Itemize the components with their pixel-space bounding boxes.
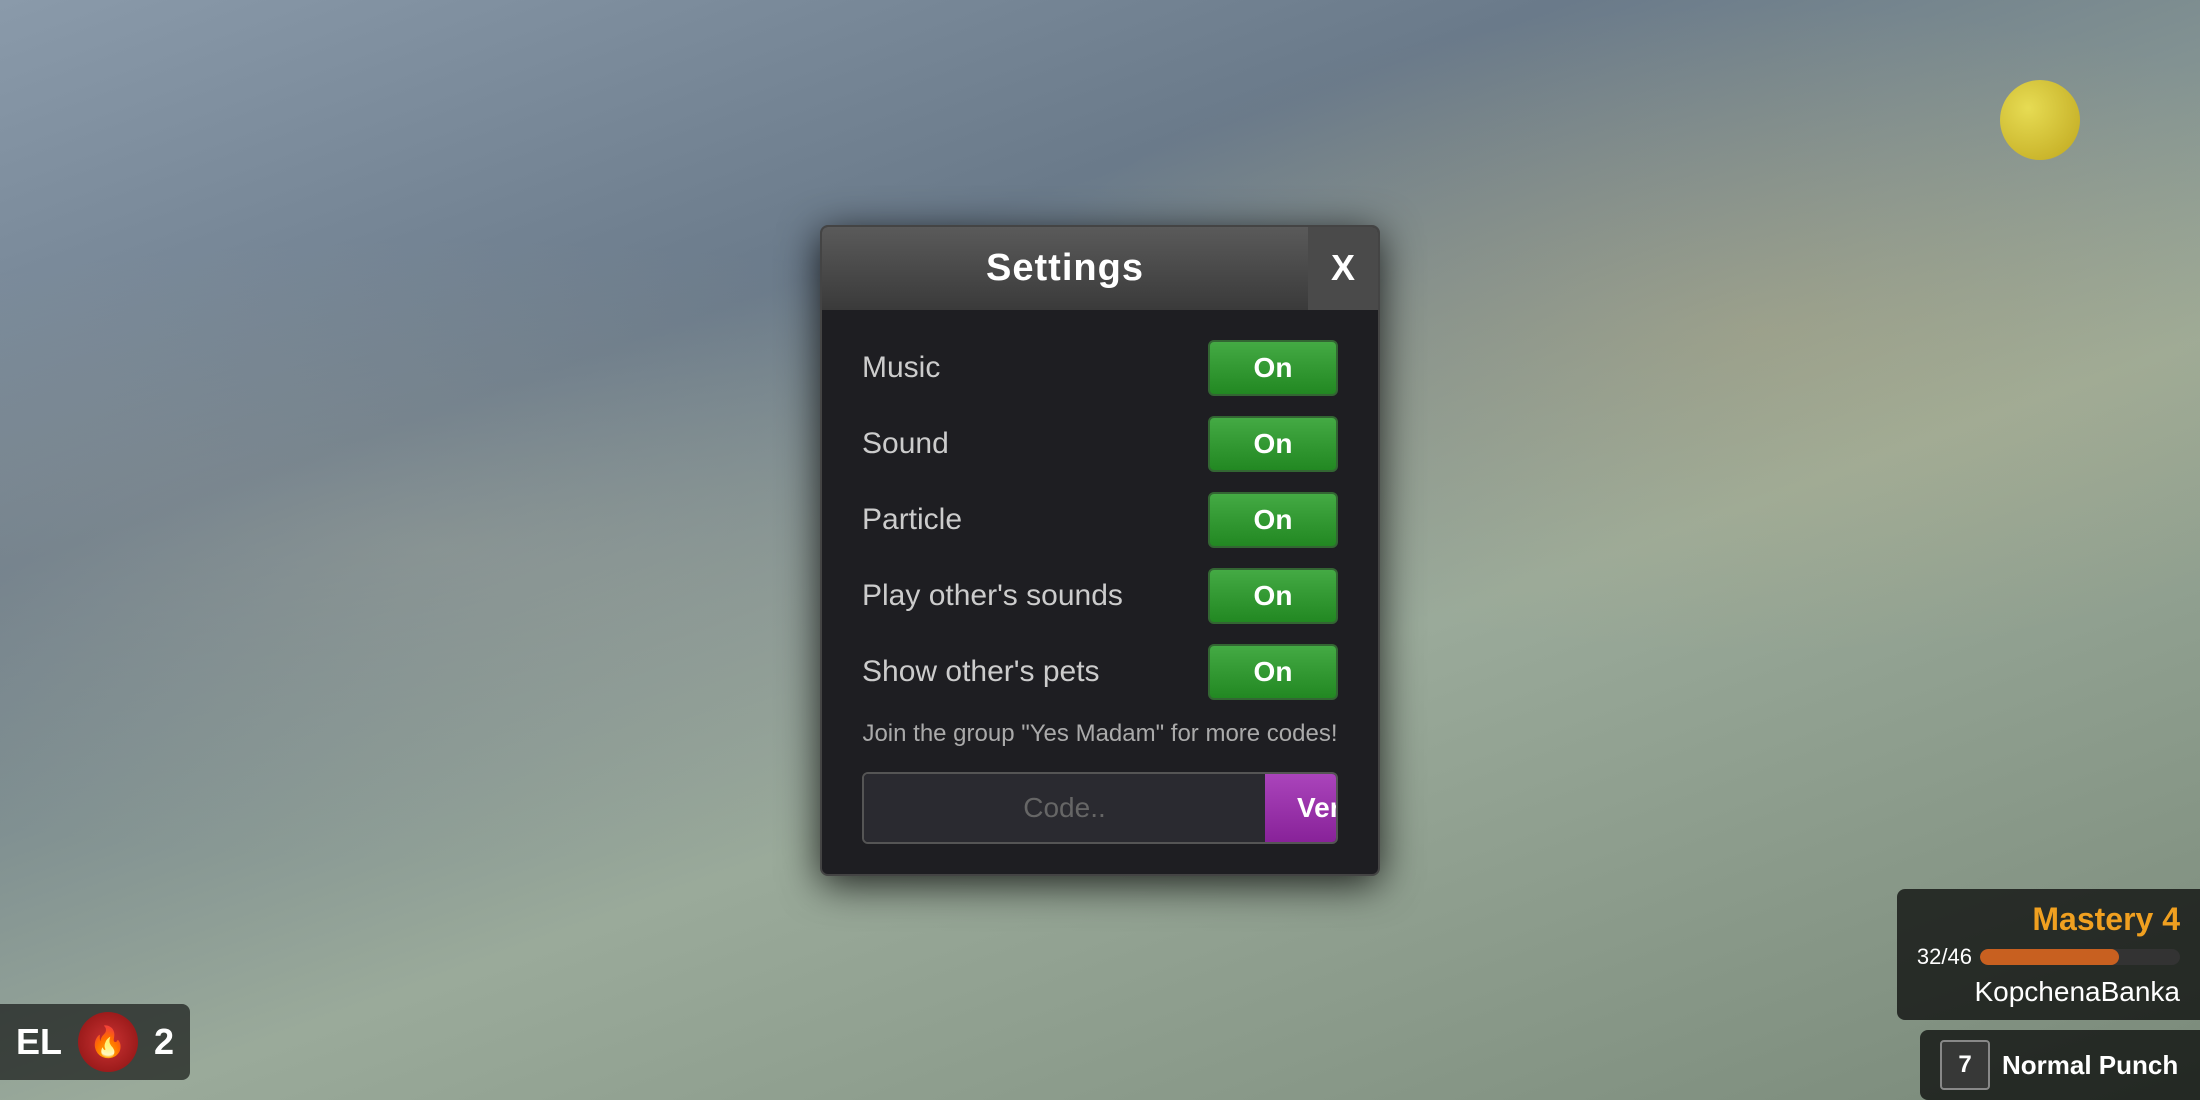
group-promo-text: Join the group "Yes Madam" for more code… <box>862 720 1338 748</box>
setting-label-sound: Sound <box>862 427 949 461</box>
toggle-particle[interactable]: On <box>1208 492 1338 548</box>
settings-title: Settings <box>986 247 1144 289</box>
code-input[interactable] <box>864 774 1265 842</box>
setting-row-sound: Sound On <box>862 416 1338 472</box>
settings-modal: Settings X Music On Sound On Particle On <box>820 225 1380 876</box>
toggle-play-others-sounds[interactable]: On <box>1208 568 1338 624</box>
setting-row-particle: Particle On <box>862 492 1338 548</box>
close-button[interactable]: X <box>1308 227 1378 310</box>
setting-row-music: Music On <box>862 340 1338 396</box>
modal-overlay: Settings X Music On Sound On Particle On <box>0 0 2200 1100</box>
setting-row-show-others-pets: Show other's pets On <box>862 644 1338 700</box>
settings-body: Music On Sound On Particle On Play other… <box>822 310 1378 874</box>
setting-label-show-others-pets: Show other's pets <box>862 655 1100 689</box>
code-section: Verify <box>862 772 1338 844</box>
settings-title-bar: Settings <box>822 227 1308 310</box>
setting-label-particle: Particle <box>862 503 962 537</box>
setting-label-music: Music <box>862 351 940 385</box>
toggle-show-others-pets[interactable]: On <box>1208 644 1338 700</box>
setting-row-play-others-sounds: Play other's sounds On <box>862 568 1338 624</box>
setting-label-play-others-sounds: Play other's sounds <box>862 579 1123 613</box>
toggle-music[interactable]: On <box>1208 340 1338 396</box>
verify-button[interactable]: Verify <box>1265 774 1338 842</box>
toggle-sound[interactable]: On <box>1208 416 1338 472</box>
settings-header: Settings X <box>822 227 1378 310</box>
